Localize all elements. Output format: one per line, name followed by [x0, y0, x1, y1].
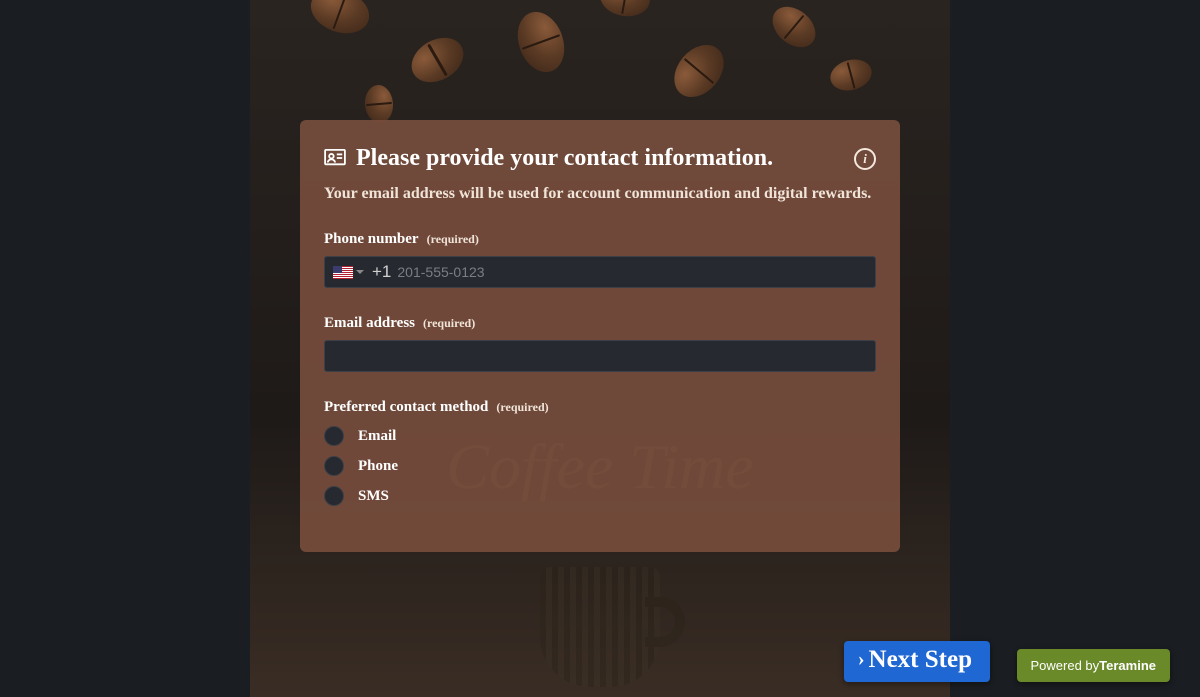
- radio-label: SMS: [358, 488, 389, 505]
- phone-label: Phone number: [324, 231, 419, 247]
- radio-label: Email: [358, 428, 396, 445]
- radio-icon: [324, 456, 344, 476]
- required-indicator: (required): [427, 232, 479, 246]
- country-code-selector[interactable]: [331, 266, 366, 279]
- required-indicator: (required): [496, 400, 548, 414]
- form-title: Please provide your contact information.: [356, 144, 773, 173]
- email-label: Email address: [324, 315, 415, 331]
- email-field: Email address (required): [324, 314, 876, 372]
- phone-field: Phone number (required) +1: [324, 230, 876, 288]
- required-indicator: (required): [423, 316, 475, 330]
- radio-option-sms[interactable]: SMS: [324, 486, 876, 506]
- powered-by-badge[interactable]: Powered byTeramine: [1017, 649, 1171, 682]
- email-input[interactable]: [331, 341, 869, 371]
- contact-card-icon: [324, 149, 346, 167]
- contact-method-field: Preferred contact method (required) Emai…: [324, 398, 876, 506]
- radio-label: Phone: [358, 458, 398, 475]
- next-step-label: Next Step: [869, 646, 972, 674]
- powered-by-prefix: Powered by: [1031, 658, 1100, 673]
- radio-option-phone[interactable]: Phone: [324, 456, 876, 476]
- next-step-button[interactable]: › Next Step: [844, 641, 990, 682]
- dial-code: +1: [372, 262, 391, 282]
- radio-icon: [324, 426, 344, 446]
- radio-option-email[interactable]: Email: [324, 426, 876, 446]
- info-icon[interactable]: i: [854, 148, 876, 170]
- us-flag-icon: [333, 266, 353, 279]
- contact-form-card: Please provide your contact information.…: [300, 120, 900, 552]
- phone-input[interactable]: [397, 257, 869, 287]
- contact-method-label: Preferred contact method: [324, 399, 488, 415]
- radio-icon: [324, 486, 344, 506]
- chevron-down-icon: [356, 270, 364, 274]
- chevron-right-icon: ›: [858, 649, 865, 669]
- form-subtitle: Your email address will be used for acco…: [324, 183, 876, 205]
- powered-by-brand: Teramine: [1099, 658, 1156, 673]
